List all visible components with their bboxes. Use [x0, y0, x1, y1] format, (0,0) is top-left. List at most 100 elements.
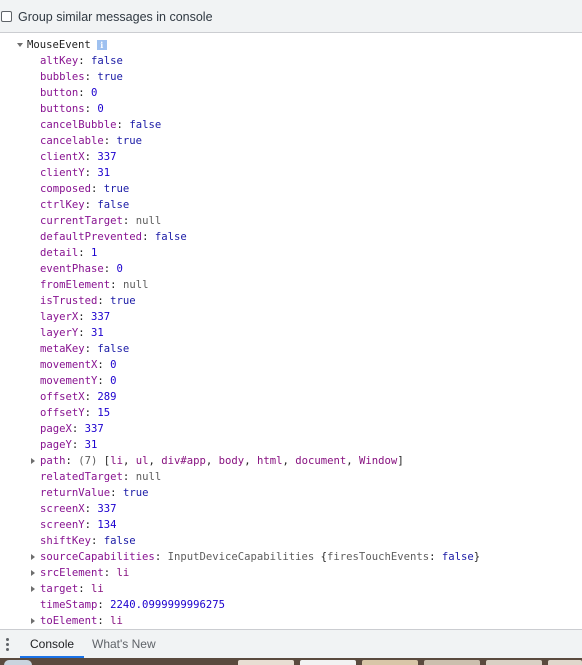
property-value: li [116, 567, 130, 579]
array-item: document [295, 455, 347, 467]
tab-whats-new[interactable]: What's New [92, 630, 156, 658]
property-key: composed [40, 183, 92, 195]
property-key: screenY [40, 519, 85, 531]
property-key: ctrlKey [40, 199, 85, 211]
property-value: true [110, 295, 136, 307]
property-key: layerY [40, 327, 79, 339]
property-key: movementY [40, 375, 98, 387]
property-value: true [122, 487, 149, 499]
property-value: 1 [91, 247, 98, 259]
expand-triangle-icon[interactable] [17, 43, 23, 47]
property-key: buttons [40, 103, 85, 115]
info-icon[interactable]: i [96, 40, 107, 50]
property-value: null [135, 471, 162, 483]
array-count: (7) [78, 455, 98, 467]
property-key: button [40, 87, 79, 99]
property-value: true [97, 71, 123, 83]
property-key: screenX [40, 503, 85, 515]
taskbar-app-icon[interactable] [238, 660, 294, 665]
property-value: 0 [97, 103, 104, 115]
property-value: false [91, 55, 123, 67]
taskbar-app-icon[interactable] [300, 660, 356, 665]
property-value: 2240.0999999996275 [110, 599, 225, 611]
object-class-name: InputDeviceCapabilities [167, 551, 315, 563]
property-value: li [91, 583, 104, 595]
property-value: li [110, 615, 123, 627]
property-value: 337 [84, 423, 104, 435]
taskbar-app-icon[interactable] [486, 660, 542, 665]
property-key: returnValue [40, 487, 111, 499]
expand-triangle-icon[interactable] [31, 570, 35, 576]
property-key: eventPhase [40, 263, 104, 275]
array-item: html [256, 455, 283, 467]
expand-triangle-icon[interactable] [31, 618, 35, 624]
group-similar-checkbox[interactable] [1, 11, 12, 22]
property-value: 31 [84, 439, 98, 451]
drawer-tab-bar: Console What's New [0, 629, 582, 658]
property-value: true [103, 183, 130, 195]
property-value: 31 [91, 327, 104, 339]
property-key: timeStamp [40, 599, 98, 611]
more-options-icon[interactable] [6, 638, 9, 651]
property-value: 0 [91, 87, 98, 99]
property-value: 134 [97, 519, 117, 531]
property-value: 337 [91, 311, 111, 323]
property-value: false [154, 231, 187, 243]
expand-triangle-icon[interactable] [31, 458, 35, 464]
property-key: currentTarget [40, 215, 123, 227]
property-key: fromElement [40, 279, 111, 291]
preview-key: firesTouchEvents [327, 551, 430, 563]
console-settings-bar: Group similar messages in console [0, 0, 582, 33]
property-key: target [40, 583, 79, 595]
console-output: MouseEvent i altKey: false bubbles: true bu… [0, 33, 582, 629]
property-key: detail [40, 247, 79, 259]
property-key: srcElement [40, 567, 104, 579]
property-value: 0 [110, 375, 117, 387]
property-key: layerX [40, 311, 79, 323]
property-key: movementX [40, 359, 98, 371]
property-value: 0 [116, 263, 123, 275]
group-similar-label[interactable]: Group similar messages in console [18, 10, 213, 24]
property-key: clientY [40, 167, 85, 179]
property-value: false [103, 535, 136, 547]
property-value: 15 [97, 407, 111, 419]
property-value: false [97, 199, 130, 211]
property-value: false [129, 119, 162, 131]
property-value: 337 [97, 503, 117, 515]
property-key: cancelBubble [40, 119, 117, 131]
property-key: pageY [40, 439, 72, 451]
preview-value: false [441, 551, 474, 563]
array-item: div#app [161, 455, 206, 467]
property-key: bubbles [40, 71, 85, 83]
property-key: sourceCapabilities [40, 551, 155, 563]
os-taskbar [0, 658, 582, 665]
array-item: body [218, 455, 245, 467]
property-value: true [116, 135, 143, 147]
tab-console[interactable]: Console [20, 630, 85, 658]
property-value: false [97, 343, 130, 355]
property-key: relatedTarget [40, 471, 123, 483]
property-key: metaKey [40, 343, 85, 355]
taskbar-app-icon[interactable] [362, 660, 418, 665]
expand-triangle-icon[interactable] [31, 554, 35, 560]
property-value: 31 [97, 167, 111, 179]
property-value: null [122, 279, 149, 291]
property-key: offsetX [40, 391, 85, 403]
property-key: shiftKey [40, 535, 92, 547]
start-icon[interactable] [4, 660, 32, 665]
expand-triangle-icon[interactable] [31, 586, 35, 592]
property-key: toElement [40, 615, 98, 627]
property-key: altKey [40, 55, 79, 67]
property-value: 0 [110, 359, 117, 371]
array-item: li [110, 455, 123, 467]
property-value: 337 [97, 151, 117, 163]
property-key: defaultPrevented [40, 231, 143, 243]
property-key: pageX [40, 423, 72, 435]
taskbar-app-icon[interactable] [424, 660, 480, 665]
property-key: offsetY [40, 407, 85, 419]
array-item: ul [135, 455, 149, 467]
taskbar-app-icon[interactable] [548, 660, 582, 665]
property-key: path [40, 455, 66, 467]
array-item: Window [359, 455, 398, 467]
property-key: cancelable [40, 135, 104, 147]
